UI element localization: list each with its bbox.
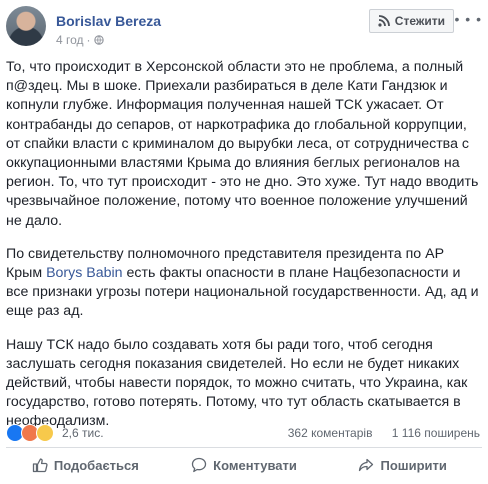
post-paragraph-2: По свидетельству полномочного представит… xyxy=(6,245,480,322)
separator-dot: · xyxy=(86,33,91,47)
share-label: Поширити xyxy=(380,457,447,473)
mention-link[interactable]: Borys Babin xyxy=(46,265,123,281)
comment-label: Коментувати xyxy=(213,457,297,473)
action-bar: Подобається Коментувати Поширити xyxy=(6,449,482,481)
post-stats: 2,6 тис. 362 коментарів 1 116 поширень xyxy=(6,423,480,443)
divider xyxy=(6,447,482,448)
comment-button[interactable]: Коментувати xyxy=(165,449,324,481)
shares-count[interactable]: 1 116 поширень xyxy=(392,426,480,440)
post-meta: 4 год · xyxy=(56,33,104,47)
post-card: Borislav Bereza 4 год · Стежити • • • То… xyxy=(0,0,488,484)
more-options-icon[interactable]: • • • xyxy=(455,12,482,26)
follow-button[interactable]: Стежити xyxy=(368,9,454,33)
share-icon xyxy=(359,458,374,472)
reactions-count[interactable]: 2,6 тис. xyxy=(62,426,104,440)
thumbs-up-icon xyxy=(32,458,48,473)
comment-icon xyxy=(191,457,207,473)
like-label: Подобається xyxy=(53,457,139,473)
reactions-summary[interactable] xyxy=(6,424,54,442)
globe-icon xyxy=(93,35,104,45)
post-body: То, что происходит в Херсонской области … xyxy=(6,58,480,446)
avatar[interactable] xyxy=(6,6,46,46)
like-button[interactable]: Подобається xyxy=(6,449,165,481)
rss-icon xyxy=(378,15,390,27)
post-header: Borislav Bereza 4 год · Стежити • • • xyxy=(6,6,482,50)
author-name[interactable]: Borislav Bereza xyxy=(56,13,161,29)
comments-count[interactable]: 362 коментарів xyxy=(288,426,373,440)
post-time[interactable]: 4 год xyxy=(56,33,84,47)
post-paragraph-3: Нашу ТСК надо было создавать хотя бы рад… xyxy=(6,336,468,430)
post-paragraph-1: То, что происходит в Херсонской области … xyxy=(6,59,479,229)
follow-label: Стежити xyxy=(394,14,445,28)
share-button[interactable]: Поширити xyxy=(323,449,482,481)
stats-right: 362 коментарів 1 116 поширень xyxy=(272,426,480,440)
wow-icon xyxy=(36,424,54,442)
